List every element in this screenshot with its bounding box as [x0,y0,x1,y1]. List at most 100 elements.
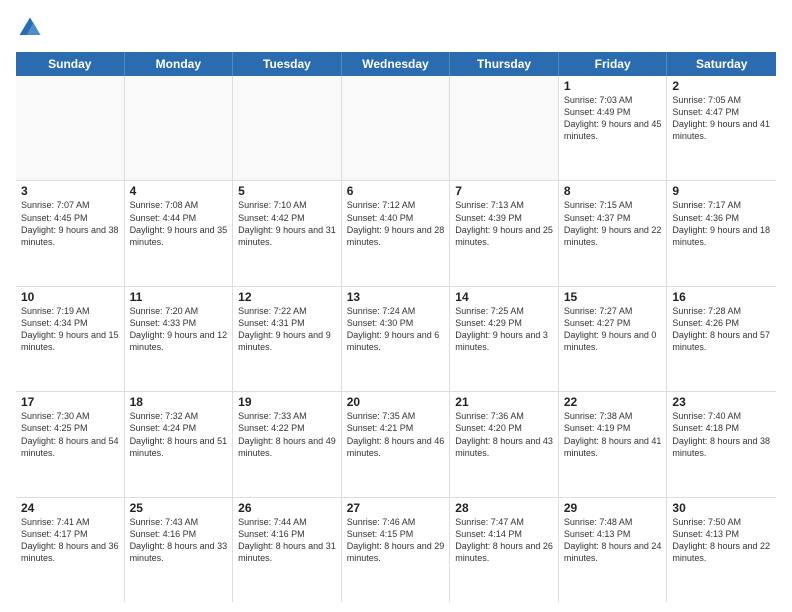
day-number: 20 [347,395,445,409]
day-number: 16 [672,290,771,304]
calendar-day-9: 9Sunrise: 7:17 AM Sunset: 4:36 PM Daylig… [667,181,776,285]
calendar-day-14: 14Sunrise: 7:25 AM Sunset: 4:29 PM Dayli… [450,287,559,391]
logo-icon [16,14,44,42]
day-info: Sunrise: 7:44 AM Sunset: 4:16 PM Dayligh… [238,516,336,565]
calendar-body: 1Sunrise: 7:03 AM Sunset: 4:49 PM Daylig… [16,76,776,602]
day-number: 8 [564,184,662,198]
calendar-day-23: 23Sunrise: 7:40 AM Sunset: 4:18 PM Dayli… [667,392,776,496]
day-info: Sunrise: 7:43 AM Sunset: 4:16 PM Dayligh… [130,516,228,565]
calendar-empty-cell [16,76,125,180]
day-info: Sunrise: 7:33 AM Sunset: 4:22 PM Dayligh… [238,410,336,459]
calendar-empty-cell [342,76,451,180]
day-info: Sunrise: 7:22 AM Sunset: 4:31 PM Dayligh… [238,305,336,354]
day-number: 18 [130,395,228,409]
day-number: 25 [130,501,228,515]
day-info: Sunrise: 7:30 AM Sunset: 4:25 PM Dayligh… [21,410,119,459]
day-info: Sunrise: 7:07 AM Sunset: 4:45 PM Dayligh… [21,199,119,248]
calendar-day-26: 26Sunrise: 7:44 AM Sunset: 4:16 PM Dayli… [233,498,342,602]
day-number: 13 [347,290,445,304]
day-info: Sunrise: 7:46 AM Sunset: 4:15 PM Dayligh… [347,516,445,565]
header-day-thursday: Thursday [450,52,559,76]
day-info: Sunrise: 7:35 AM Sunset: 4:21 PM Dayligh… [347,410,445,459]
calendar-day-1: 1Sunrise: 7:03 AM Sunset: 4:49 PM Daylig… [559,76,668,180]
calendar-day-24: 24Sunrise: 7:41 AM Sunset: 4:17 PM Dayli… [16,498,125,602]
calendar-empty-cell [450,76,559,180]
calendar-empty-cell [233,76,342,180]
day-number: 9 [672,184,771,198]
header-day-sunday: Sunday [16,52,125,76]
calendar: SundayMondayTuesdayWednesdayThursdayFrid… [16,52,776,602]
calendar-day-2: 2Sunrise: 7:05 AM Sunset: 4:47 PM Daylig… [667,76,776,180]
day-number: 1 [564,79,662,93]
calendar-week-1: 1Sunrise: 7:03 AM Sunset: 4:49 PM Daylig… [16,76,776,181]
header-day-wednesday: Wednesday [342,52,451,76]
day-number: 24 [21,501,119,515]
calendar-week-3: 10Sunrise: 7:19 AM Sunset: 4:34 PM Dayli… [16,287,776,392]
calendar-day-4: 4Sunrise: 7:08 AM Sunset: 4:44 PM Daylig… [125,181,234,285]
calendar-day-6: 6Sunrise: 7:12 AM Sunset: 4:40 PM Daylig… [342,181,451,285]
calendar-day-17: 17Sunrise: 7:30 AM Sunset: 4:25 PM Dayli… [16,392,125,496]
day-info: Sunrise: 7:12 AM Sunset: 4:40 PM Dayligh… [347,199,445,248]
calendar-day-21: 21Sunrise: 7:36 AM Sunset: 4:20 PM Dayli… [450,392,559,496]
calendar-day-8: 8Sunrise: 7:15 AM Sunset: 4:37 PM Daylig… [559,181,668,285]
day-number: 14 [455,290,553,304]
header-day-friday: Friday [559,52,668,76]
page: SundayMondayTuesdayWednesdayThursdayFrid… [0,0,792,612]
day-info: Sunrise: 7:19 AM Sunset: 4:34 PM Dayligh… [21,305,119,354]
day-info: Sunrise: 7:50 AM Sunset: 4:13 PM Dayligh… [672,516,771,565]
calendar-week-2: 3Sunrise: 7:07 AM Sunset: 4:45 PM Daylig… [16,181,776,286]
calendar-day-22: 22Sunrise: 7:38 AM Sunset: 4:19 PM Dayli… [559,392,668,496]
day-info: Sunrise: 7:41 AM Sunset: 4:17 PM Dayligh… [21,516,119,565]
day-number: 7 [455,184,553,198]
calendar-day-3: 3Sunrise: 7:07 AM Sunset: 4:45 PM Daylig… [16,181,125,285]
day-number: 28 [455,501,553,515]
calendar-week-5: 24Sunrise: 7:41 AM Sunset: 4:17 PM Dayli… [16,498,776,602]
calendar-day-19: 19Sunrise: 7:33 AM Sunset: 4:22 PM Dayli… [233,392,342,496]
day-info: Sunrise: 7:40 AM Sunset: 4:18 PM Dayligh… [672,410,771,459]
calendar-day-13: 13Sunrise: 7:24 AM Sunset: 4:30 PM Dayli… [342,287,451,391]
calendar-day-29: 29Sunrise: 7:48 AM Sunset: 4:13 PM Dayli… [559,498,668,602]
calendar-day-10: 10Sunrise: 7:19 AM Sunset: 4:34 PM Dayli… [16,287,125,391]
day-info: Sunrise: 7:03 AM Sunset: 4:49 PM Dayligh… [564,94,662,143]
calendar-day-16: 16Sunrise: 7:28 AM Sunset: 4:26 PM Dayli… [667,287,776,391]
calendar-week-4: 17Sunrise: 7:30 AM Sunset: 4:25 PM Dayli… [16,392,776,497]
day-info: Sunrise: 7:48 AM Sunset: 4:13 PM Dayligh… [564,516,662,565]
day-info: Sunrise: 7:27 AM Sunset: 4:27 PM Dayligh… [564,305,662,354]
calendar-day-5: 5Sunrise: 7:10 AM Sunset: 4:42 PM Daylig… [233,181,342,285]
day-info: Sunrise: 7:15 AM Sunset: 4:37 PM Dayligh… [564,199,662,248]
day-info: Sunrise: 7:36 AM Sunset: 4:20 PM Dayligh… [455,410,553,459]
calendar-day-20: 20Sunrise: 7:35 AM Sunset: 4:21 PM Dayli… [342,392,451,496]
header-day-saturday: Saturday [667,52,776,76]
day-number: 4 [130,184,228,198]
day-info: Sunrise: 7:05 AM Sunset: 4:47 PM Dayligh… [672,94,771,143]
day-number: 26 [238,501,336,515]
day-number: 27 [347,501,445,515]
day-info: Sunrise: 7:47 AM Sunset: 4:14 PM Dayligh… [455,516,553,565]
calendar-header: SundayMondayTuesdayWednesdayThursdayFrid… [16,52,776,76]
calendar-day-27: 27Sunrise: 7:46 AM Sunset: 4:15 PM Dayli… [342,498,451,602]
day-number: 17 [21,395,119,409]
day-number: 19 [238,395,336,409]
day-number: 23 [672,395,771,409]
day-info: Sunrise: 7:32 AM Sunset: 4:24 PM Dayligh… [130,410,228,459]
day-number: 15 [564,290,662,304]
day-number: 10 [21,290,119,304]
day-info: Sunrise: 7:10 AM Sunset: 4:42 PM Dayligh… [238,199,336,248]
day-info: Sunrise: 7:25 AM Sunset: 4:29 PM Dayligh… [455,305,553,354]
calendar-day-28: 28Sunrise: 7:47 AM Sunset: 4:14 PM Dayli… [450,498,559,602]
day-info: Sunrise: 7:38 AM Sunset: 4:19 PM Dayligh… [564,410,662,459]
header-day-tuesday: Tuesday [233,52,342,76]
calendar-day-15: 15Sunrise: 7:27 AM Sunset: 4:27 PM Dayli… [559,287,668,391]
day-number: 12 [238,290,336,304]
logo [16,14,48,42]
day-number: 29 [564,501,662,515]
day-number: 3 [21,184,119,198]
day-info: Sunrise: 7:20 AM Sunset: 4:33 PM Dayligh… [130,305,228,354]
day-info: Sunrise: 7:13 AM Sunset: 4:39 PM Dayligh… [455,199,553,248]
day-number: 21 [455,395,553,409]
day-number: 5 [238,184,336,198]
header [16,14,776,42]
day-number: 11 [130,290,228,304]
day-number: 2 [672,79,771,93]
day-info: Sunrise: 7:24 AM Sunset: 4:30 PM Dayligh… [347,305,445,354]
